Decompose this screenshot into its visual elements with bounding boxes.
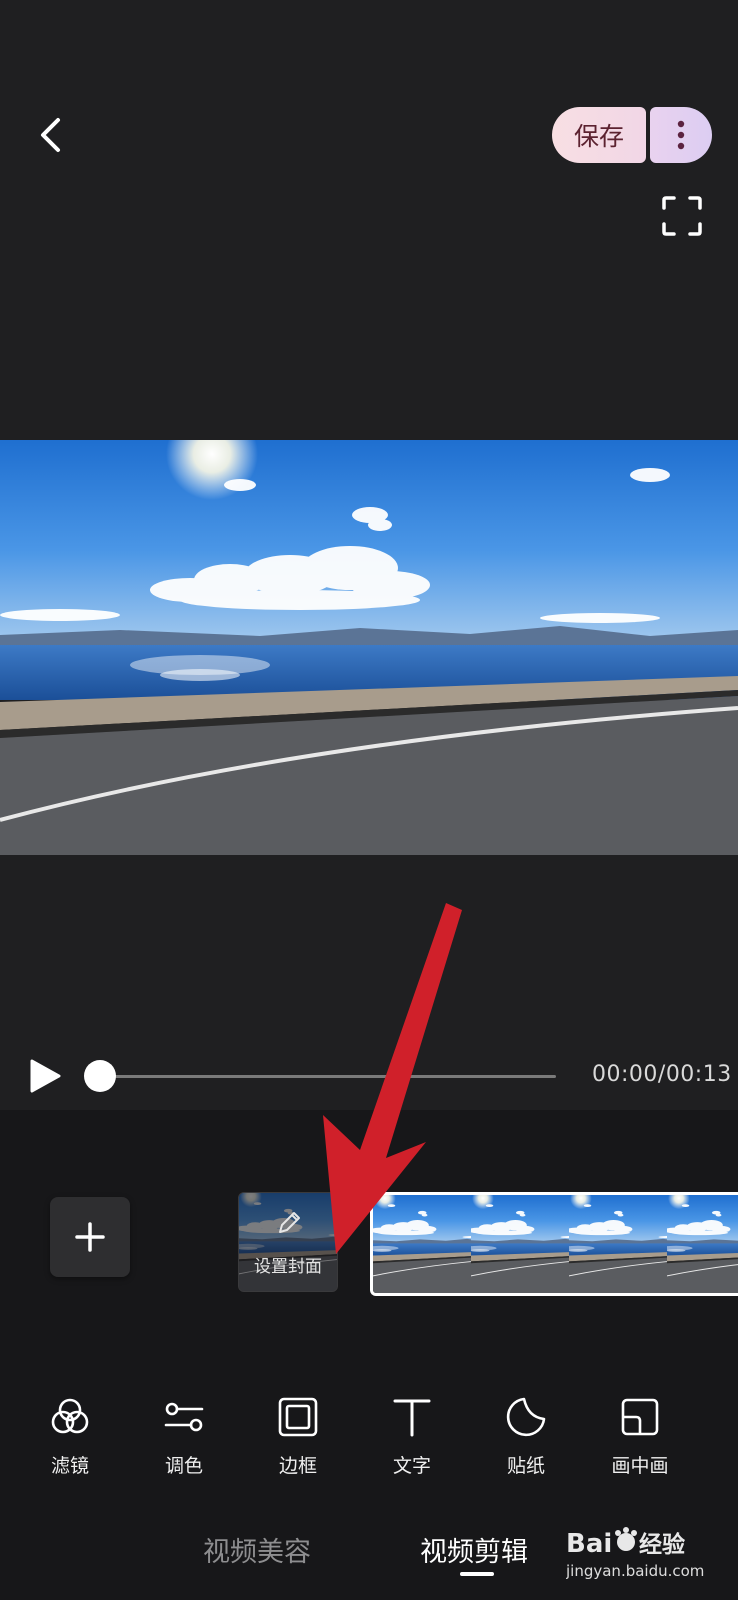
adjust-icon (164, 1402, 204, 1432)
tool-label: 滤镜 (50, 1455, 89, 1477)
svg-text:jingyan.baidu.com: jingyan.baidu.com (566, 1562, 704, 1580)
set-cover-button[interactable]: 设置封面 (238, 1192, 338, 1292)
clip-frame (373, 1195, 471, 1293)
tab-video-beauty[interactable]: 视频美容 (203, 1530, 311, 1569)
set-cover-label: 设置封面 (254, 1257, 322, 1277)
filter-icon (51, 1398, 89, 1434)
video-frame-image (0, 440, 738, 855)
frame-icon (278, 1397, 318, 1437)
fullscreen-icon (662, 196, 702, 236)
tool-bar: 滤镜 调色 边框 文字 贴纸 画中画 (0, 1395, 738, 1495)
tab-video-edit[interactable]: 视频剪辑 (420, 1530, 528, 1569)
plus-icon (75, 1222, 105, 1252)
add-clip-button[interactable] (50, 1197, 130, 1277)
progress-handle[interactable] (84, 1060, 116, 1092)
tool-frame[interactable]: 边框 (253, 1395, 343, 1478)
clip-frame (569, 1195, 667, 1293)
back-button[interactable] (30, 112, 70, 158)
tool-text[interactable]: 文字 (367, 1395, 457, 1478)
save-button[interactable]: 保存 (552, 107, 646, 163)
clip-frame (471, 1195, 569, 1293)
tool-label: 贴纸 (506, 1455, 545, 1477)
svg-text:Bai: Bai (566, 1529, 612, 1559)
fullscreen-button[interactable] (662, 196, 702, 236)
play-button[interactable] (28, 1058, 62, 1094)
play-icon (30, 1059, 61, 1093)
tool-sticker[interactable]: 贴纸 (481, 1395, 571, 1478)
clip-frame (667, 1195, 738, 1293)
text-icon (393, 1399, 431, 1437)
tool-filter[interactable]: 滤镜 (25, 1395, 115, 1478)
watermark-logo: Bai 经验 jingyan.baidu.com (565, 1526, 716, 1582)
tool-label: 文字 (392, 1455, 431, 1477)
video-preview[interactable] (0, 440, 738, 855)
video-clip-track[interactable] (370, 1192, 738, 1296)
time-readout: 00:00/00:13 (592, 1062, 732, 1087)
tool-label: 调色 (164, 1455, 203, 1477)
chevron-left-icon (41, 118, 60, 152)
more-options-button[interactable] (650, 107, 712, 163)
picture-in-picture-icon (621, 1398, 659, 1436)
tool-label: 画中画 (611, 1455, 669, 1477)
pencil-icon (279, 1212, 300, 1233)
tab-active-indicator (460, 1572, 494, 1576)
save-group: 保存 (552, 107, 712, 163)
tool-label: 边框 (278, 1455, 317, 1477)
tool-adjust[interactable]: 调色 (139, 1395, 229, 1478)
sticker-icon (506, 1397, 546, 1437)
svg-text:经验: 经验 (639, 1531, 685, 1558)
more-vertical-icon (677, 120, 685, 150)
progress-track[interactable] (100, 1075, 556, 1078)
tool-picture-in-picture[interactable]: 画中画 (595, 1395, 685, 1478)
